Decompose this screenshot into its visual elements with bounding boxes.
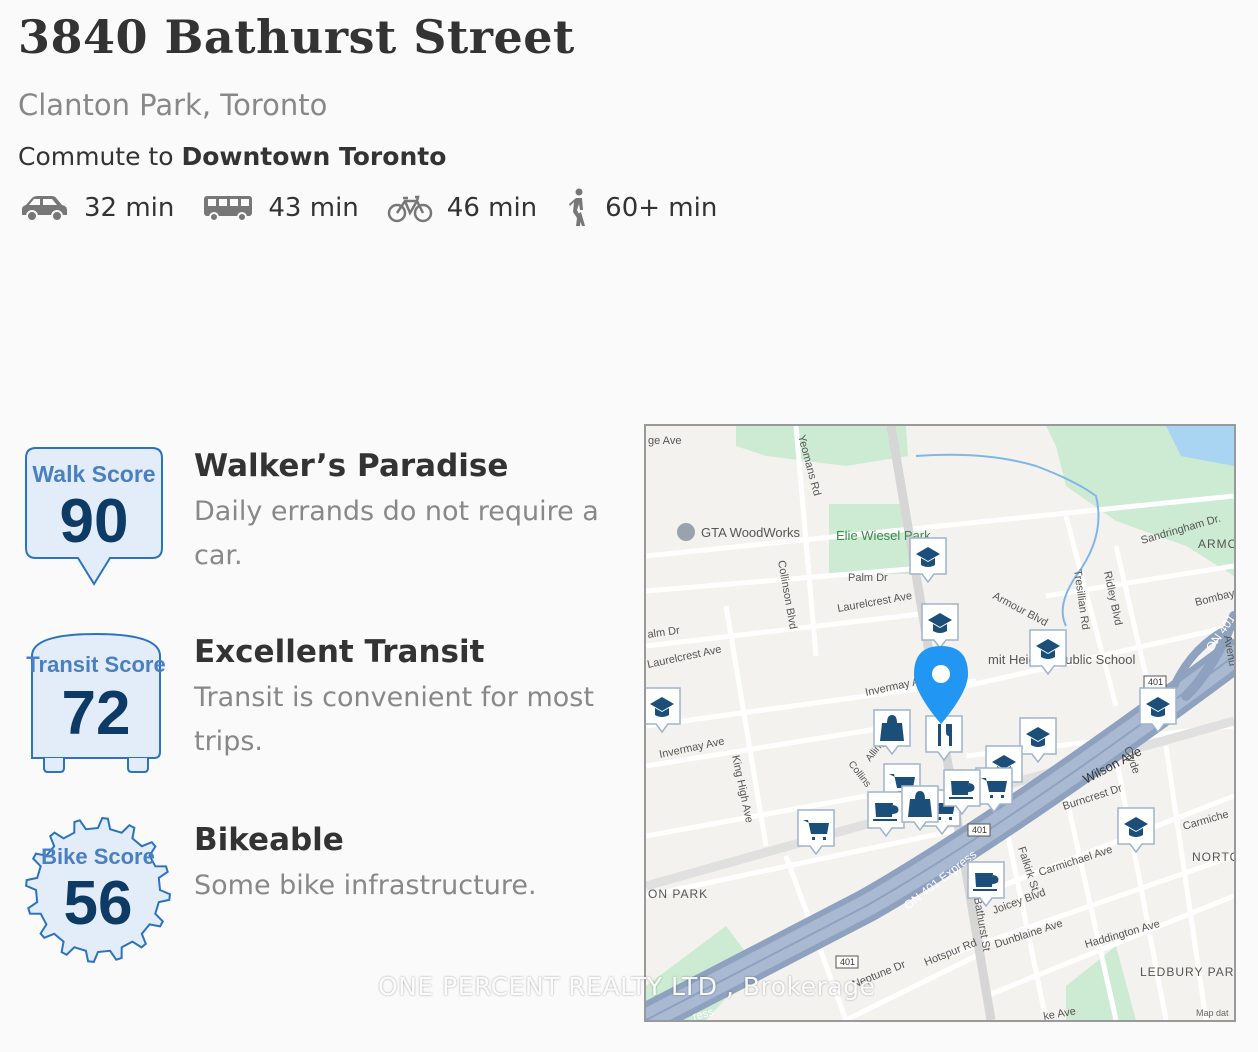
walk-score-badge[interactable]: Walk Score 90 [24, 446, 164, 590]
walk-score-label: Walk Score [32, 461, 155, 487]
walk-time: 60+ min [605, 193, 718, 223]
walking-person-icon [569, 188, 586, 226]
map-label: Collinson Blvd [775, 559, 799, 630]
commute-prefix: Commute to [18, 142, 174, 171]
map-label: LEDBURY PAR [1140, 965, 1234, 979]
green-area [736, 426, 908, 466]
map-label: Palm Dr [848, 572, 888, 584]
school-icon[interactable] [1019, 717, 1057, 764]
map-label: NORTO [1192, 850, 1234, 864]
commute-mode-transit[interactable]: 43 min [202, 193, 359, 223]
transit-score-label: Transit Score [26, 652, 165, 677]
map-label: GTA WoodWorks [701, 525, 800, 540]
map-label: ARMO HEIGH [1198, 537, 1234, 551]
map-label: ke Ave [1042, 1005, 1076, 1020]
map-label: ON PARK [648, 887, 708, 901]
place-icon [677, 523, 695, 541]
bike-score-text: Some bike infrastructure. [194, 870, 537, 901]
commute-line: Commute to Downtown Toronto [18, 142, 446, 171]
transit-time: 43 min [268, 193, 359, 223]
school-icon[interactable] [1117, 807, 1155, 854]
transit-score-description: Excellent Transit Transit is convenient … [194, 632, 614, 764]
map-canvas[interactable]: ge Ave GTA WoodWorks Elie Wiesel Park mi… [646, 426, 1234, 1020]
gta-woodworks-marker[interactable]: GTA WoodWorks [677, 523, 800, 541]
bike-score-description: Bikeable Some bike infrastructure. [194, 820, 614, 908]
map-label: Ridley Blvd [1101, 570, 1124, 626]
brokerage-watermark: ONE PERCENT REALTY LTD , Brokerage [378, 972, 876, 1001]
school-icon[interactable] [1029, 629, 1067, 676]
bicycle-icon [387, 195, 433, 223]
transit-score-text: Transit is convenient for most trips. [194, 682, 594, 757]
commute-destination: Downtown Toronto [181, 142, 447, 171]
map-label: ARMO HEIGH [1198, 537, 1234, 551]
shield-label: 401 [1148, 677, 1163, 687]
bike-score-heading: Bikeable [194, 822, 344, 858]
commute-mode-car[interactable]: 32 min [18, 193, 174, 223]
listing-address: 3840 Bathurst Street [18, 10, 575, 64]
transit-score-badge[interactable]: Transit Score 72 [24, 632, 168, 776]
restaurant-icon[interactable] [925, 715, 963, 762]
commute-modes: 32 min 43 min 46 min 60+ min [18, 186, 745, 230]
map-label: Laurelcrest Ave [646, 643, 722, 670]
commute-mode-bike[interactable]: 46 min [387, 193, 537, 223]
bike-score-label: Bike Score [41, 844, 155, 869]
shield-label: 401 [972, 825, 987, 835]
car-time: 32 min [84, 193, 175, 223]
bike-score-badge[interactable]: Bike Score 56 [22, 816, 174, 964]
neighbourhood-map[interactable]: ge Ave GTA WoodWorks Elie Wiesel Park mi… [644, 424, 1236, 1022]
transit-score-value: 72 [62, 679, 131, 748]
property-location-pin[interactable] [914, 646, 968, 724]
shield-label: 401 [840, 957, 855, 967]
map-label: Bombay A [1194, 585, 1234, 609]
car-icon [22, 196, 67, 222]
walk-score-text: Daily errands do not require a car. [194, 496, 599, 571]
map-label: alm Dr [647, 625, 681, 641]
map-label: Map dat [1196, 1008, 1229, 1018]
bike-time: 46 min [446, 193, 538, 223]
bus-icon [204, 196, 253, 222]
coffee-icon[interactable] [867, 791, 905, 838]
map-label: Collins [846, 759, 873, 789]
walk-score-heading: Walker’s Paradise [194, 448, 509, 484]
walk-score-value: 90 [60, 487, 129, 556]
map-label: Armour Blvd [991, 590, 1050, 629]
bike-score-value: 56 [64, 869, 133, 938]
shopping-cart-icon[interactable] [797, 809, 835, 856]
map-label: Invermay A [864, 676, 921, 699]
walk-score-description: Walker’s Paradise Daily errands do not r… [194, 446, 614, 578]
map-label: Laurelcrest Ave [836, 590, 913, 615]
neighbourhood-label: Clanton Park, Toronto [18, 88, 328, 122]
map-label: Hotspur Rd [923, 937, 979, 969]
transit-score-heading: Excellent Transit [194, 634, 485, 670]
commute-mode-walk[interactable]: 60+ min [565, 188, 717, 228]
map-label: ge Ave [648, 435, 681, 447]
